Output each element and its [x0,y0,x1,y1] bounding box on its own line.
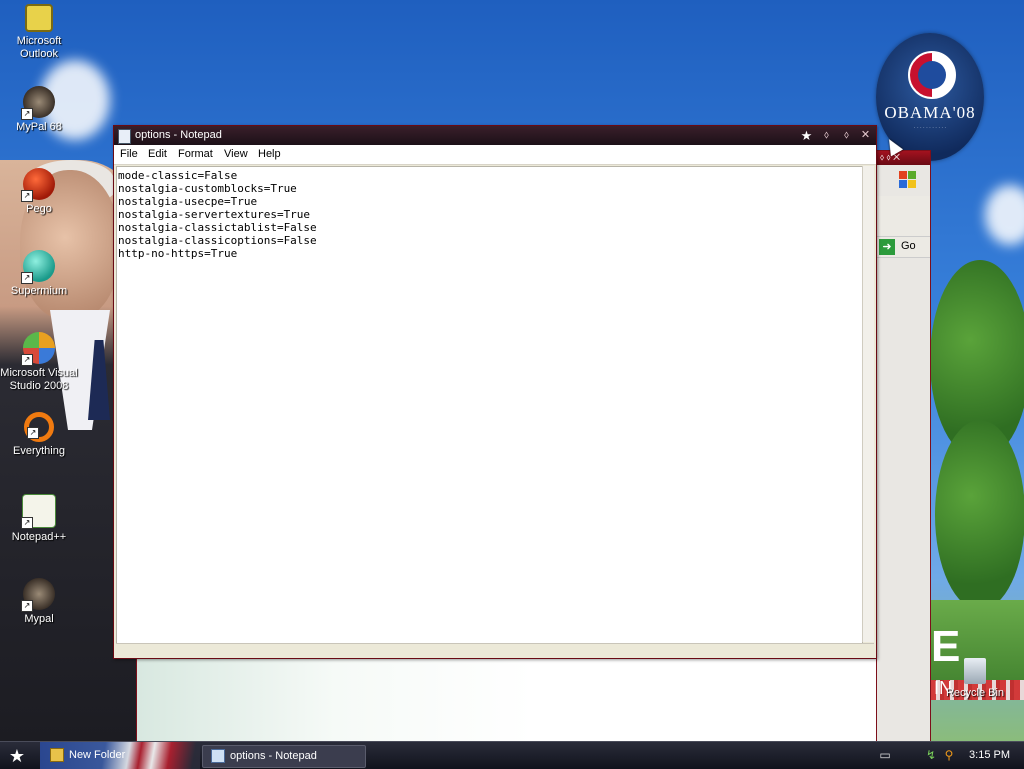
status-strip [116,643,874,656]
desktop-icon-label: Pego [26,203,52,215]
shortcut-arrow-icon: ↗ [27,427,39,439]
raccoon-icon: ↗ [21,578,55,612]
desktop-icon-notepadpp[interactable]: ↗ Notepad++ [0,494,78,544]
maximize-button[interactable]: ⬨ [839,128,854,143]
windows-logo-icon [899,171,917,189]
editor-line: nostalgia-classicoptions=False [118,234,317,247]
go-arrow-icon: ➜ [879,239,895,255]
editor-line: http-no-https=True [118,247,238,260]
desktop-icon-pego[interactable]: ↗ Pego [0,168,78,216]
editor-line: nostalgia-customblocks=True [118,182,297,195]
taskbar: ★ New Folder options - Notepad ▭ ↯ ⚲ 3:1… [0,741,1024,769]
cloud [985,185,1024,245]
network-icon[interactable]: ↯ [924,749,938,762]
text-editor[interactable]: mode-classic=False nostalgia-customblocks… [116,166,863,644]
background-window[interactable]: ⬨ ⬨ ✕ ➜ Go [876,150,931,742]
pego-icon: ↗ [21,168,55,202]
notepad-app-icon [118,129,131,144]
shortcut-arrow-icon: ↗ [21,272,33,284]
menu-file[interactable]: File [120,148,138,160]
visual-studio-icon: ↗ [21,332,55,366]
badge-text: OBAMA'08 [884,103,976,122]
menu-view[interactable]: View [224,148,248,160]
background-window-body [136,658,931,742]
desktop-icon-label: Microsoft Visual Studio 2008 [0,367,78,392]
close-button[interactable]: ✕ [858,128,873,143]
raccoon-icon: ↗ [21,86,55,120]
task-notepad[interactable]: options - Notepad [202,745,366,768]
shortcut-arrow-icon: ↗ [21,517,33,529]
desktop-icon-outlook[interactable]: Microsoft Outlook [0,4,78,61]
notepad-window[interactable]: options - Notepad ★ ⬨ ⬨ ✕ File Edit Form… [113,125,877,659]
notepad-titlebar[interactable]: options - Notepad ★ ⬨ ⬨ ✕ [114,126,876,145]
desktop-icon-label: Recycle Bin [945,687,1005,699]
menu-help[interactable]: Help [258,148,281,160]
shortcut-arrow-icon: ↗ [21,600,33,612]
taskbar-clock[interactable]: 3:15 PM [969,749,1010,761]
recycle-bin-icon [964,658,986,684]
shortcut-arrow-icon: ↗ [21,354,33,366]
editor-line: mode-classic=False [118,169,238,182]
folder-icon [50,748,64,763]
desktop-icon-label: Mypal [24,613,54,625]
vertical-scrollbar[interactable] [862,166,874,642]
menu-format[interactable]: Format [178,148,213,160]
task-new-folder[interactable]: New Folder [48,745,190,766]
editor-content[interactable]: mode-classic=False nostalgia-customblocks… [117,167,862,262]
outlook-icon [25,4,53,32]
desktop-icon-mypal[interactable]: ↗ Mypal [0,578,78,626]
obama-logo-icon [908,51,956,99]
desktop-icon-everything[interactable]: ↗ Everything [0,412,78,458]
desktop-icon-mypal68[interactable]: ↗ MyPal 68 [0,86,78,134]
badge-small-text: · · · · · · · · · · · [913,125,947,131]
menu-edit[interactable]: Edit [148,148,167,160]
task-label: New Folder [69,749,126,761]
desktop-icon-recycle-bin[interactable]: Recycle Bin [936,658,1014,700]
keyboard-icon[interactable]: ▭ [878,749,892,762]
search-icon[interactable]: ⚲ [942,749,956,762]
everything-search-icon: ↗ [24,412,54,442]
notepad-icon [211,749,225,764]
minimize-button[interactable]: ⬨ [819,128,834,143]
notepadpp-icon: ↗ [21,494,56,529]
start-button[interactable]: ★ [6,745,28,767]
background-window-titlebar[interactable]: ⬨ ⬨ ✕ [877,151,930,165]
desktop-icon-label: Notepad++ [11,531,67,543]
go-button[interactable]: ➜ Go [877,237,930,258]
desktop-icon-label: Microsoft Outlook [16,35,62,60]
shortcut-arrow-icon: ↗ [21,108,33,120]
editor-line: nostalgia-usecpe=True [118,195,258,208]
editor-line: nostalgia-classictablist=False [118,221,317,234]
go-label: Go [901,240,916,252]
editor-line: nostalgia-servertextures=True [118,208,311,221]
desktop-icon-label: Supermium [10,285,68,297]
task-label: options - Notepad [230,750,317,762]
desktop-icon-label: MyPal 68 [16,121,62,133]
desktop-icon-supermium[interactable]: ↗ Supermium [0,250,78,298]
menu-bar: File Edit Format View Help [114,145,876,165]
tree [935,420,1024,610]
pin-icon[interactable]: ★ [799,128,814,143]
desktop-icon-visual-studio[interactable]: ↗ Microsoft Visual Studio 2008 [0,332,78,393]
shortcut-arrow-icon: ↗ [21,190,33,202]
supermium-icon: ↗ [21,250,55,284]
address-strip [877,196,930,237]
desktop-icon-label: Everything [13,445,65,457]
window-title: options - Notepad [135,129,222,141]
